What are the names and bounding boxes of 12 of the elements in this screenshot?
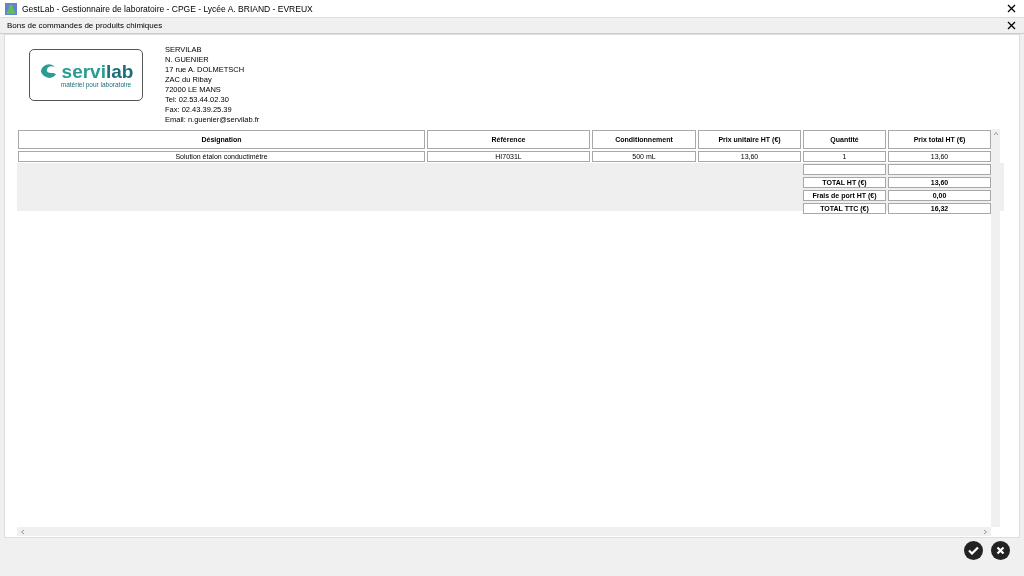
scroll-right-icon[interactable] xyxy=(983,528,988,535)
panel-title: Bons de commandes de produits chimiques xyxy=(6,21,164,30)
checkmark-icon xyxy=(968,545,979,555)
scroll-left-icon[interactable] xyxy=(20,528,25,535)
cancel-button[interactable] xyxy=(991,540,1010,560)
scroll-up-icon[interactable] xyxy=(992,131,999,136)
logo-wordmark: servilab xyxy=(61,62,134,81)
window-title: GestLab - Gestionnaire de laboratoire - CPGE - Lycée A. BRIAND - EVREUX xyxy=(22,3,314,14)
flask-icon xyxy=(4,1,18,16)
swirl-icon xyxy=(38,62,59,81)
confirm-button[interactable] xyxy=(964,540,983,560)
cross-icon xyxy=(996,545,1005,555)
